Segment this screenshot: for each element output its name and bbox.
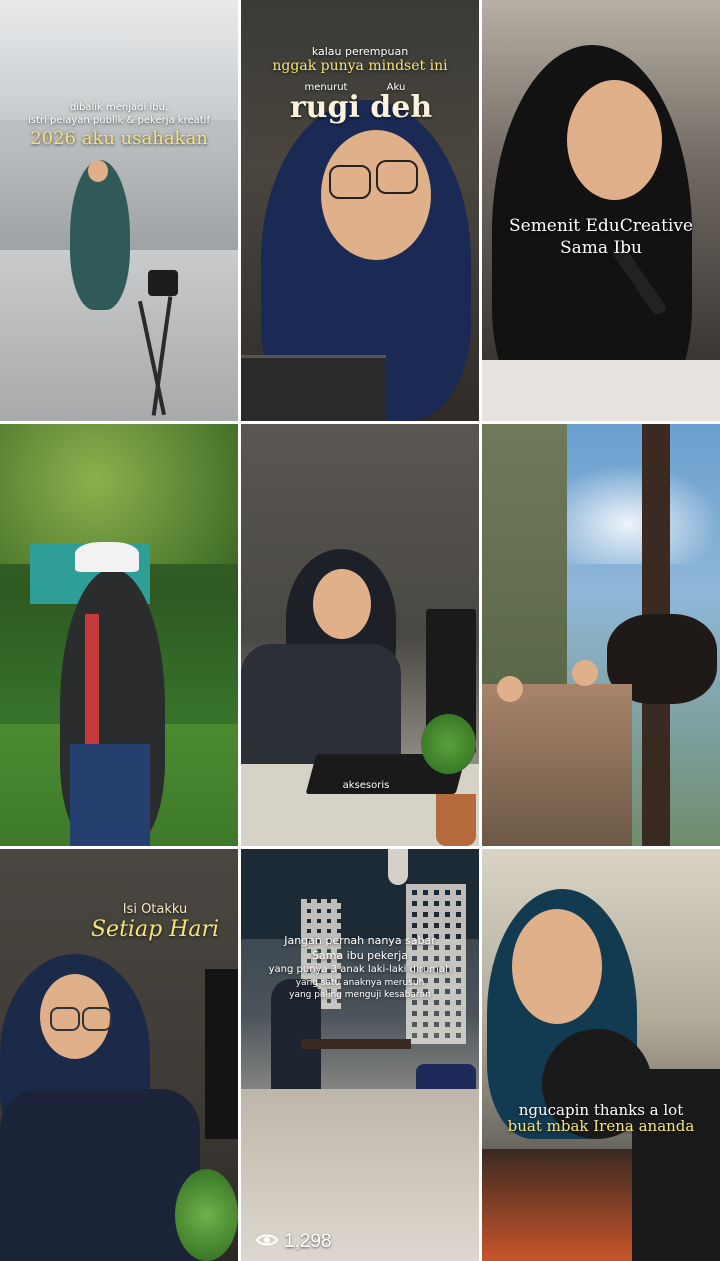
video-thumbnail-3[interactable]: Semenit EduCreative Sama Ibu	[482, 0, 720, 421]
video-thumbnail-8[interactable]: Jangan pernah nanya sabar Sama ibu peker…	[241, 849, 479, 1261]
video-thumbnail-2[interactable]: kalau perempuan nggak punya mindset ini …	[241, 0, 479, 421]
eye-icon	[255, 1231, 279, 1253]
caption-line: yang satu anaknya merusuh	[295, 978, 425, 988]
video-thumbnail-6[interactable]	[482, 424, 720, 846]
video-thumbnail-4[interactable]	[0, 424, 238, 846]
caption-title: rugi deh	[289, 90, 433, 125]
caption-line: nggak punya mindset ini	[272, 58, 448, 74]
caption-line: Sama Ibu	[560, 238, 642, 258]
view-count-value: 1,298	[284, 1231, 332, 1252]
caption-line: aksesoris	[342, 780, 390, 791]
caption-line: Isi Otakku	[122, 902, 188, 917]
caption-line: yang paling menguji kesabaran	[289, 990, 431, 1000]
view-count: 1,298	[255, 1231, 332, 1253]
caption-title: Setiap Hari	[90, 917, 219, 942]
caption-line: Jangan pernah nanya sabar	[284, 934, 436, 947]
video-thumbnail-1[interactable]: dibalik menjadi ibu, istri pelayan publi…	[0, 0, 238, 421]
caption-line: buat mbak Irena ananda	[507, 1117, 695, 1135]
caption-line: istri pelayan publik & pekerja kreatif	[28, 115, 210, 126]
video-thumbnail-5[interactable]: aksesoris	[241, 424, 479, 846]
caption-line: yang punya 3 anak laki-laki dirumah	[268, 964, 452, 975]
video-thumbnail-7[interactable]: Isi Otakku Setiap Hari	[0, 849, 238, 1261]
caption-line: Semenit EduCreative	[508, 216, 693, 236]
caption-line: dibalik menjadi ibu,	[69, 102, 169, 113]
video-grid: dibalik menjadi ibu, istri pelayan publi…	[0, 0, 720, 1261]
caption-line: Sama ibu pekerja	[312, 949, 408, 962]
video-thumbnail-9[interactable]: ngucapin thanks a lot buat mbak Irena an…	[482, 849, 720, 1261]
caption-line: kalau perempuan	[311, 45, 409, 58]
caption-title: 2026 aku usahakan	[30, 128, 208, 149]
